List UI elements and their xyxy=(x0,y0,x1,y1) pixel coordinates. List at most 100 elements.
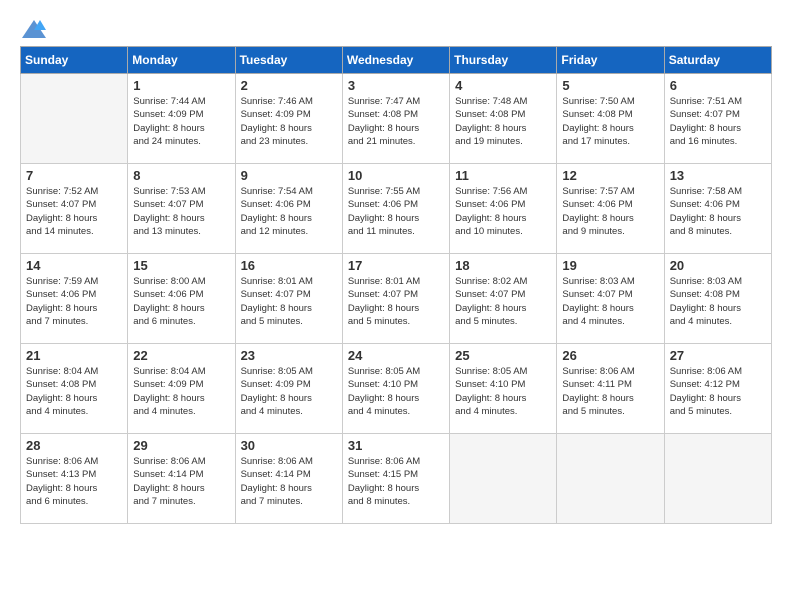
logo-icon xyxy=(22,20,46,38)
calendar-table: SundayMondayTuesdayWednesdayThursdayFrid… xyxy=(20,46,772,524)
day-info: Sunrise: 8:06 AM Sunset: 4:13 PM Dayligh… xyxy=(26,455,122,508)
day-info: Sunrise: 7:54 AM Sunset: 4:06 PM Dayligh… xyxy=(241,185,337,238)
calendar-cell: 15 Sunrise: 8:00 AM Sunset: 4:06 PM Dayli… xyxy=(128,254,235,344)
weekday-header: Wednesday xyxy=(342,47,449,74)
day-info: Sunrise: 7:56 AM Sunset: 4:06 PM Dayligh… xyxy=(455,185,551,238)
day-number: 25 xyxy=(455,348,551,363)
day-info: Sunrise: 8:05 AM Sunset: 4:10 PM Dayligh… xyxy=(455,365,551,418)
day-number: 12 xyxy=(562,168,658,183)
calendar-cell xyxy=(21,74,128,164)
calendar-cell: 14 Sunrise: 7:59 AM Sunset: 4:06 PM Dayli… xyxy=(21,254,128,344)
day-number: 18 xyxy=(455,258,551,273)
calendar-cell: 3 Sunrise: 7:47 AM Sunset: 4:08 PM Daylig… xyxy=(342,74,449,164)
day-info: Sunrise: 7:55 AM Sunset: 4:06 PM Dayligh… xyxy=(348,185,444,238)
day-number: 10 xyxy=(348,168,444,183)
day-info: Sunrise: 7:47 AM Sunset: 4:08 PM Dayligh… xyxy=(348,95,444,148)
calendar-week-row: 1Sunrise: 7:44 AM Sunset: 4:09 PM Daylig… xyxy=(21,74,772,164)
weekday-header: Sunday xyxy=(21,47,128,74)
day-number: 29 xyxy=(133,438,229,453)
day-info: Sunrise: 8:05 AM Sunset: 4:10 PM Dayligh… xyxy=(348,365,444,418)
day-number: 22 xyxy=(133,348,229,363)
calendar-cell: 28 Sunrise: 8:06 AM Sunset: 4:13 PM Dayli… xyxy=(21,434,128,524)
day-info: Sunrise: 7:50 AM Sunset: 4:08 PM Dayligh… xyxy=(562,95,658,148)
calendar-cell: 29Sunrise: 8:06 AM Sunset: 4:14 PM Dayli… xyxy=(128,434,235,524)
calendar-cell: 27 Sunrise: 8:06 AM Sunset: 4:12 PM Dayli… xyxy=(664,344,771,434)
day-number: 6 xyxy=(670,78,766,93)
calendar-cell: 10 Sunrise: 7:55 AM Sunset: 4:06 PM Dayli… xyxy=(342,164,449,254)
calendar-cell: 25 Sunrise: 8:05 AM Sunset: 4:10 PM Dayli… xyxy=(450,344,557,434)
day-info: Sunrise: 7:53 AM Sunset: 4:07 PM Dayligh… xyxy=(133,185,229,238)
logo xyxy=(20,20,46,36)
weekday-header: Thursday xyxy=(450,47,557,74)
day-info: Sunrise: 8:04 AM Sunset: 4:09 PM Dayligh… xyxy=(133,365,229,418)
day-info: Sunrise: 7:57 AM Sunset: 4:06 PM Dayligh… xyxy=(562,185,658,238)
day-number: 16 xyxy=(241,258,337,273)
day-number: 21 xyxy=(26,348,122,363)
day-info: Sunrise: 8:03 AM Sunset: 4:08 PM Dayligh… xyxy=(670,275,766,328)
calendar-cell: 8Sunrise: 7:53 AM Sunset: 4:07 PM Daylig… xyxy=(128,164,235,254)
day-number: 2 xyxy=(241,78,337,93)
day-info: Sunrise: 8:03 AM Sunset: 4:07 PM Dayligh… xyxy=(562,275,658,328)
day-info: Sunrise: 8:01 AM Sunset: 4:07 PM Dayligh… xyxy=(348,275,444,328)
calendar-cell: 1Sunrise: 7:44 AM Sunset: 4:09 PM Daylig… xyxy=(128,74,235,164)
calendar-week-row: 7 Sunrise: 7:52 AM Sunset: 4:07 PM Daylig… xyxy=(21,164,772,254)
day-number: 24 xyxy=(348,348,444,363)
day-number: 13 xyxy=(670,168,766,183)
calendar-cell: 26 Sunrise: 8:06 AM Sunset: 4:11 PM Dayli… xyxy=(557,344,664,434)
calendar-cell: 5 Sunrise: 7:50 AM Sunset: 4:08 PM Daylig… xyxy=(557,74,664,164)
calendar-cell: 11 Sunrise: 7:56 AM Sunset: 4:06 PM Dayli… xyxy=(450,164,557,254)
day-info: Sunrise: 7:59 AM Sunset: 4:06 PM Dayligh… xyxy=(26,275,122,328)
day-info: Sunrise: 8:06 AM Sunset: 4:15 PM Dayligh… xyxy=(348,455,444,508)
day-number: 27 xyxy=(670,348,766,363)
calendar-cell: 18 Sunrise: 8:02 AM Sunset: 4:07 PM Dayli… xyxy=(450,254,557,344)
day-number: 5 xyxy=(562,78,658,93)
calendar-cell: 9 Sunrise: 7:54 AM Sunset: 4:06 PM Daylig… xyxy=(235,164,342,254)
day-info: Sunrise: 8:06 AM Sunset: 4:14 PM Dayligh… xyxy=(241,455,337,508)
day-number: 15 xyxy=(133,258,229,273)
day-info: Sunrise: 8:00 AM Sunset: 4:06 PM Dayligh… xyxy=(133,275,229,328)
calendar-week-row: 28 Sunrise: 8:06 AM Sunset: 4:13 PM Dayli… xyxy=(21,434,772,524)
calendar-cell: 19 Sunrise: 8:03 AM Sunset: 4:07 PM Dayli… xyxy=(557,254,664,344)
calendar-cell: 23 Sunrise: 8:05 AM Sunset: 4:09 PM Dayli… xyxy=(235,344,342,434)
day-number: 28 xyxy=(26,438,122,453)
weekday-header: Saturday xyxy=(664,47,771,74)
day-info: Sunrise: 7:52 AM Sunset: 4:07 PM Dayligh… xyxy=(26,185,122,238)
day-number: 7 xyxy=(26,168,122,183)
day-info: Sunrise: 7:44 AM Sunset: 4:09 PM Dayligh… xyxy=(133,95,229,148)
day-number: 23 xyxy=(241,348,337,363)
day-info: Sunrise: 8:05 AM Sunset: 4:09 PM Dayligh… xyxy=(241,365,337,418)
day-number: 30 xyxy=(241,438,337,453)
calendar-cell: 7 Sunrise: 7:52 AM Sunset: 4:07 PM Daylig… xyxy=(21,164,128,254)
calendar-cell: 13 Sunrise: 7:58 AM Sunset: 4:06 PM Dayli… xyxy=(664,164,771,254)
calendar-body: 1Sunrise: 7:44 AM Sunset: 4:09 PM Daylig… xyxy=(21,74,772,524)
calendar-cell xyxy=(664,434,771,524)
day-number: 11 xyxy=(455,168,551,183)
weekday-header: Monday xyxy=(128,47,235,74)
calendar-header: SundayMondayTuesdayWednesdayThursdayFrid… xyxy=(21,47,772,74)
day-info: Sunrise: 7:58 AM Sunset: 4:06 PM Dayligh… xyxy=(670,185,766,238)
page-header xyxy=(20,20,772,36)
calendar-cell: 4Sunrise: 7:48 AM Sunset: 4:08 PM Daylig… xyxy=(450,74,557,164)
calendar-cell: 6 Sunrise: 7:51 AM Sunset: 4:07 PM Daylig… xyxy=(664,74,771,164)
calendar-week-row: 14 Sunrise: 7:59 AM Sunset: 4:06 PM Dayli… xyxy=(21,254,772,344)
day-info: Sunrise: 8:02 AM Sunset: 4:07 PM Dayligh… xyxy=(455,275,551,328)
day-number: 3 xyxy=(348,78,444,93)
day-number: 31 xyxy=(348,438,444,453)
day-number: 26 xyxy=(562,348,658,363)
day-info: Sunrise: 8:04 AM Sunset: 4:08 PM Dayligh… xyxy=(26,365,122,418)
day-number: 19 xyxy=(562,258,658,273)
weekday-row: SundayMondayTuesdayWednesdayThursdayFrid… xyxy=(21,47,772,74)
day-info: Sunrise: 7:51 AM Sunset: 4:07 PM Dayligh… xyxy=(670,95,766,148)
calendar-cell: 16Sunrise: 8:01 AM Sunset: 4:07 PM Dayli… xyxy=(235,254,342,344)
calendar-cell: 2 Sunrise: 7:46 AM Sunset: 4:09 PM Daylig… xyxy=(235,74,342,164)
calendar-cell: 17Sunrise: 8:01 AM Sunset: 4:07 PM Dayli… xyxy=(342,254,449,344)
day-info: Sunrise: 8:06 AM Sunset: 4:11 PM Dayligh… xyxy=(562,365,658,418)
weekday-header: Friday xyxy=(557,47,664,74)
day-info: Sunrise: 7:46 AM Sunset: 4:09 PM Dayligh… xyxy=(241,95,337,148)
calendar-cell: 30 Sunrise: 8:06 AM Sunset: 4:14 PM Dayli… xyxy=(235,434,342,524)
calendar-cell xyxy=(557,434,664,524)
day-number: 9 xyxy=(241,168,337,183)
day-number: 14 xyxy=(26,258,122,273)
calendar-cell: 31 Sunrise: 8:06 AM Sunset: 4:15 PM Dayli… xyxy=(342,434,449,524)
day-info: Sunrise: 8:06 AM Sunset: 4:12 PM Dayligh… xyxy=(670,365,766,418)
